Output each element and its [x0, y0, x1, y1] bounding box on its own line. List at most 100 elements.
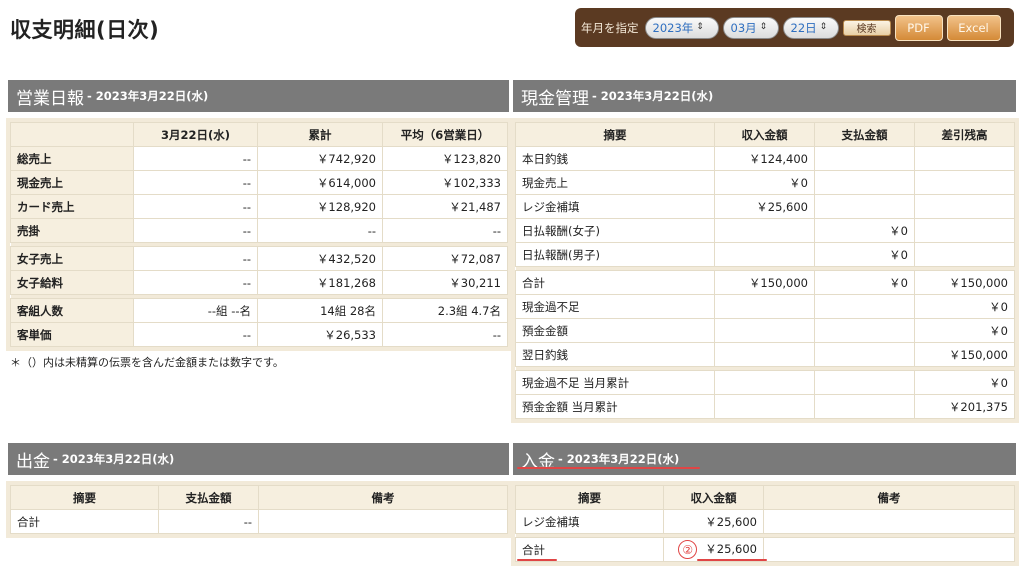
row-label: 女子給料: [10, 270, 134, 295]
col-header: 平均（6営業日）: [382, 122, 508, 147]
table-row: 現金過不足 ￥0: [515, 294, 1015, 319]
table-row: 総売上 -- ￥742,920 ￥123,820: [10, 146, 508, 171]
total-value: ￥181,268: [257, 270, 383, 295]
day-value: --組 --名: [133, 298, 258, 323]
out-value: [814, 194, 915, 219]
annotation-underline: [517, 467, 700, 469]
search-button[interactable]: 検索: [842, 19, 891, 36]
table-row: 日払報酬(女子) ￥0: [515, 218, 1015, 243]
col-header: 累計: [257, 122, 383, 147]
in-value: [714, 218, 815, 243]
row-label: 預金金額: [515, 318, 715, 343]
month-select[interactable]: 03月 ⇕: [722, 16, 779, 39]
table-row: 売掛 -- -- --: [10, 218, 508, 243]
col-header: 支払金額: [814, 122, 915, 147]
amount-cell: ② ￥25,600: [663, 537, 764, 562]
income-panel-header: 入金 - 2023年3月22日(水): [513, 443, 1016, 475]
table-row: 客組人数 --組 --名 14組 28名 2.3組 4.7名: [10, 298, 508, 323]
payout-header-row: 摘要 支払金額 備考: [10, 485, 508, 510]
row-label: 現金売上: [515, 170, 715, 195]
col-header: 収入金額: [663, 485, 764, 510]
out-value: [814, 394, 915, 419]
in-value: [714, 394, 815, 419]
annotation-underline: [697, 559, 767, 561]
balance-value: ￥201,375: [914, 394, 1015, 419]
balance-value: ￥0: [914, 294, 1015, 319]
out-value: [814, 146, 915, 171]
day-value: --: [133, 146, 258, 171]
month-value: 03月: [730, 20, 757, 35]
row-label: 合計: [10, 509, 159, 534]
row-label: 女子売上: [10, 246, 134, 271]
amount-value: ￥25,600: [663, 509, 764, 534]
cash-table: 摘要 収入金額 支払金額 差引残高 本日釣銭 ￥124,400 現金売上 ￥0 レジ…: [511, 118, 1019, 423]
excel-button[interactable]: Excel: [946, 14, 1001, 41]
row-label: レジ金補填: [515, 509, 664, 534]
row-label: 現金過不足: [515, 294, 715, 319]
table-row: 合計 --: [10, 509, 508, 534]
row-label: 現金過不足 当月累計: [515, 370, 715, 395]
day-value: --: [133, 218, 258, 243]
year-select[interactable]: 2023年 ⇕: [644, 16, 719, 39]
balance-value: ￥0: [914, 318, 1015, 343]
out-value: ￥0: [814, 218, 915, 243]
year-value: 2023年: [652, 20, 694, 35]
balance-value: ￥150,000: [914, 270, 1015, 295]
out-value: [814, 342, 915, 367]
total-value: ￥742,920: [257, 146, 383, 171]
total-value: ￥128,920: [257, 194, 383, 219]
day-value: 22日: [790, 20, 817, 35]
total-value: ￥432,520: [257, 246, 383, 271]
in-value: ￥124,400: [714, 146, 815, 171]
table-row: 合計 ￥150,000 ￥0 ￥150,000: [515, 270, 1015, 295]
page-title: 収支明細(日次): [10, 18, 160, 42]
day-value: --: [133, 194, 258, 219]
out-value: ￥0: [814, 242, 915, 267]
updown-chevron-icon: ⇕: [819, 22, 828, 32]
in-value: [714, 294, 815, 319]
row-label: 客単価: [10, 322, 134, 347]
row-label: 現金売上: [10, 170, 134, 195]
out-value: [814, 318, 915, 343]
day-select[interactable]: 22日 ⇕: [782, 16, 839, 39]
avg-value: ￥21,487: [382, 194, 508, 219]
in-value: [714, 242, 815, 267]
table-row: 預金金額 当月累計 ￥201,375: [515, 394, 1015, 419]
out-value: ￥0: [814, 270, 915, 295]
out-value: [814, 170, 915, 195]
col-header: 摘要: [10, 485, 159, 510]
avg-value: ￥102,333: [382, 170, 508, 195]
col-header: 3月22日(水): [133, 122, 258, 147]
annotation-underline: [517, 559, 557, 561]
table-row: 合計 ② ￥25,600: [515, 537, 1015, 562]
row-label: 客組人数: [10, 298, 134, 323]
col-header: 収入金額: [714, 122, 815, 147]
table-row: 現金売上 ￥0: [515, 170, 1015, 195]
in-value: [714, 370, 815, 395]
pdf-button[interactable]: PDF: [894, 14, 943, 41]
in-value: [714, 342, 815, 367]
sales-header-row: 3月22日(水) 累計 平均（6営業日）: [10, 122, 508, 147]
row-label: 合計: [515, 537, 664, 562]
day-value: --: [133, 246, 258, 271]
cash-panel-header: 現金管理 - 2023年3月22日(水): [513, 80, 1016, 112]
table-row: 本日釣銭 ￥124,400: [515, 146, 1015, 171]
col-header: 差引残高: [914, 122, 1015, 147]
amount-value: --: [158, 509, 259, 534]
row-label: 本日釣銭: [515, 146, 715, 171]
cash-date: - 2023年3月22日(水): [592, 89, 714, 103]
row-label: 合計: [515, 270, 715, 295]
avg-value: 2.3組 4.7名: [382, 298, 508, 323]
row-label: カード売上: [10, 194, 134, 219]
total-value: ￥614,000: [257, 170, 383, 195]
row-label: 総売上: [10, 146, 134, 171]
total-value: ￥26,533: [257, 322, 383, 347]
day-value: --: [133, 270, 258, 295]
income-table: 摘要 収入金額 備考 レジ金補填 ￥25,600 合計 ② ￥25,600: [511, 481, 1019, 566]
avg-value: --: [382, 218, 508, 243]
avg-value: ￥30,211: [382, 270, 508, 295]
payout-title: 出金: [16, 451, 50, 472]
table-row: レジ金補填 ￥25,600: [515, 509, 1015, 534]
row-label: 日払報酬(女子): [515, 218, 715, 243]
cash-title: 現金管理: [521, 88, 589, 109]
